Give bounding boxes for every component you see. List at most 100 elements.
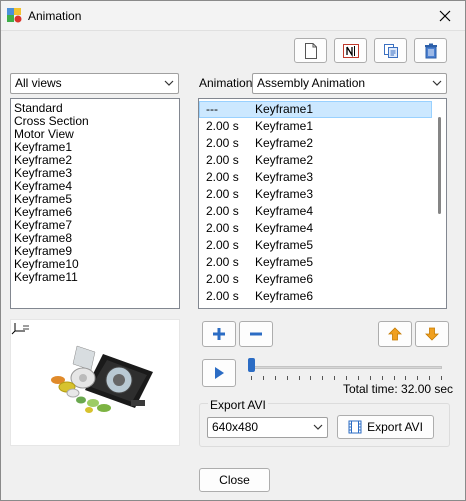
timeline-tick [262,376,264,380]
timeline-tick [298,376,300,380]
keyframe-name: Keyframe1 [255,119,314,133]
close-window-button[interactable] [425,1,465,30]
timeline-tick [310,376,312,380]
timeline-tick [334,376,336,380]
keyframe-name: Keyframe4 [255,204,314,218]
film-icon [348,420,362,434]
add-keyframe-button[interactable] [202,321,236,347]
scrollbar-thumb[interactable] [438,117,441,214]
keyframe-name: Keyframe3 [255,187,314,201]
resolution-value: 640x480 [212,420,259,434]
keyframe-name: Keyframe1 [255,102,314,116]
plus-icon [213,328,225,340]
rename-animation-button[interactable] [334,38,367,63]
export-avi-group-label: Export AVI [208,398,268,412]
keyframe-duration: 2.00 s [206,170,239,184]
views-filter-value: All views [15,76,62,90]
keyframe-duration: 2.00 s [206,136,239,150]
timeline-tick [393,376,395,380]
title-bar: Animation [1,1,465,31]
timeline-slider-track[interactable] [248,366,442,369]
keyframe-list-scrollbar[interactable] [434,99,446,308]
keyframe-row[interactable]: 2.00 s Keyframe5 [199,237,432,254]
views-list-item[interactable]: Keyframe11 [11,271,179,284]
keyframe-name: Keyframe5 [255,238,314,252]
keyframe-list[interactable]: --- Keyframe1 2.00 s Keyframe1 2.00 s Keyfram… [198,98,447,309]
keyframe-duration: 2.00 s [206,238,239,252]
delete-animation-button[interactable] [414,38,447,63]
keyframe-name: Keyframe2 [255,153,314,167]
keyframe-row[interactable]: 2.00 s Keyframe3 [199,186,432,203]
play-button[interactable] [202,359,236,387]
copy-icon [383,43,398,58]
timeline-slider-thumb[interactable] [248,358,255,372]
new-document-icon [304,42,317,59]
keyframe-name: Keyframe6 [255,289,314,303]
keyframe-duration: 2.00 s [206,187,239,201]
timeline-tick [441,376,442,380]
views-filter-dropdown[interactable]: All views [10,73,179,94]
assembly-preview-picture [11,323,153,413]
keyframe-row[interactable]: 2.00 s Keyframe4 [199,220,432,237]
copy-animation-button[interactable] [374,38,407,63]
keyframe-row[interactable]: 2.00 s Keyframe1 [199,118,432,135]
chevron-down-icon [313,424,323,430]
animation-value: Assembly Animation [257,76,366,90]
new-animation-button[interactable] [294,38,327,63]
keyframe-name: Keyframe4 [255,221,314,235]
move-up-button[interactable] [378,321,412,347]
animation-dropdown[interactable]: Assembly Animation [252,73,447,94]
keyframe-duration: 2.00 s [206,289,239,303]
timeline-tick [286,376,288,380]
keyframe-name: Keyframe5 [255,255,314,269]
preview-image [10,319,180,446]
timeline-tick [369,376,371,380]
keyframe-duration: --- [206,102,218,116]
timeline-tick [405,376,407,380]
remove-keyframe-button[interactable] [239,321,273,347]
keyframe-row[interactable]: 2.00 s Keyframe6 [199,288,432,305]
play-icon [215,367,224,379]
keyframe-row[interactable]: --- Keyframe1 [199,101,432,118]
move-down-button[interactable] [415,321,449,347]
keyframe-row[interactable]: 2.00 s Keyframe2 [199,135,432,152]
timeline-tick [417,376,419,380]
timeline-tick [357,376,359,380]
keyframe-name: Keyframe6 [255,272,314,286]
total-time-label: Total time: 32.00 sec [343,382,454,396]
close-icon [439,10,451,21]
keyframe-name: Keyframe3 [255,170,314,184]
keyframe-duration: 2.00 s [206,204,239,218]
export-avi-button[interactable]: Export AVI [337,415,434,439]
timeline-ticks [251,376,442,380]
close-button-label: Close [219,473,250,487]
chevron-down-icon [164,80,174,86]
keyframe-row[interactable]: 2.00 s Keyframe2 [199,152,432,169]
keyframe-row[interactable]: 2.00 s Keyframe3 [199,169,432,186]
timeline-tick [251,376,252,380]
timeline-tick [381,376,383,380]
views-list[interactable]: Standard Cross Section Motor View Keyframe1… [10,98,180,309]
keyframe-name: Keyframe2 [255,136,314,150]
keyframe-row[interactable]: 2.00 s Keyframe4 [199,203,432,220]
animation-label: Animation [199,76,253,90]
arrow-down-icon [425,327,439,341]
rename-icon [342,43,359,58]
keyframe-row[interactable]: 2.00 s Keyframe6 [199,271,432,288]
app-icon [7,8,22,23]
close-button[interactable]: Close [199,468,270,492]
window-title: Animation [28,9,82,23]
keyframe-row[interactable]: 2.00 s Keyframe5 [199,254,432,271]
keyframe-duration: 2.00 s [206,255,239,269]
resolution-dropdown[interactable]: 640x480 [207,417,328,438]
timeline-tick [322,376,324,380]
timeline-tick [274,376,276,380]
timeline-tick [346,376,347,380]
arrow-up-icon [388,327,402,341]
chevron-down-icon [432,80,442,86]
keyframe-duration: 2.00 s [206,221,239,235]
keyframe-duration: 2.00 s [206,272,239,286]
delete-icon [424,43,437,58]
keyframe-duration: 2.00 s [206,119,239,133]
timeline-tick [429,376,431,380]
